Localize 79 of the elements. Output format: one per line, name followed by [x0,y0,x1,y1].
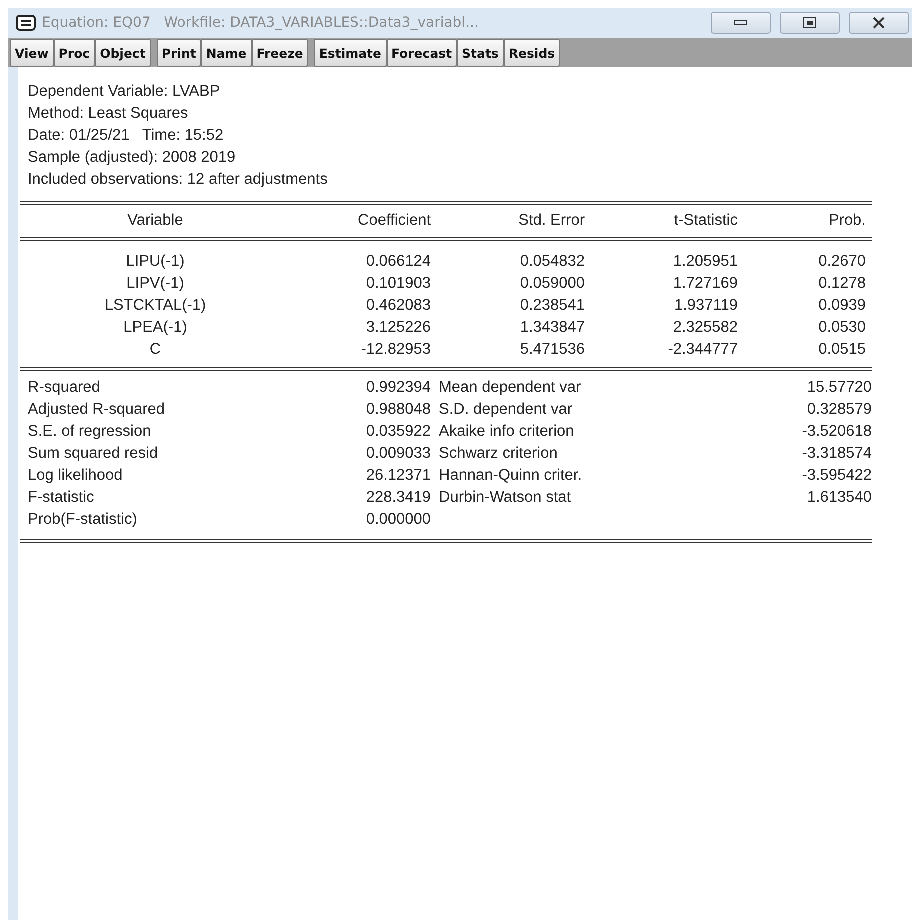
table-cell-text: 1.937119 [674,296,738,316]
table-cell-text: 5.471536 [519,340,585,360]
column-header: t-Statistic [673,211,738,231]
stat-label: Schwarz criterion [438,444,559,464]
stat-label: Sum squared resid [27,444,160,464]
close-button[interactable] [849,12,909,34]
toolbar-button[interactable]: Print [156,39,202,67]
stat-label: Prob(F-statistic) [27,510,138,530]
table-cell-text: C [148,340,162,360]
minimize-icon [734,19,748,27]
stat-value: 1.613540 [806,488,872,508]
column-header: Prob. [828,211,866,231]
window-title: Equation: EQ07 Workfile: DATA3_VARIABLES::Data3_variabl... [42,15,480,31]
stat-label: S.E. of regression [27,422,152,442]
table-cell-text: LSTCKTAL(-1) [104,296,208,316]
table-cell-text: 0.101903 [365,274,431,294]
table-cell-text: 0.238541 [519,296,585,316]
header-line: Method: Least Squares [27,104,190,124]
table-cell-text: 1.343847 [519,318,585,338]
column-header: Std. Error [518,211,585,231]
table-cell-text: 0.066124 [365,252,431,272]
toolbar-button[interactable]: Freeze [252,39,308,67]
header-line: Date: 01/25/21 Time: 15:52 [27,126,225,146]
stat-label: Durbin-Watson stat [438,488,572,508]
column-header: Variable [126,211,184,231]
stat-value: 0.328579 [806,400,872,420]
stat-value: 15.57720 [806,378,872,398]
stat-label: Akaike info criterion [438,422,576,442]
stat-label: S.D. dependent var [438,400,574,420]
table-cell-text: 1.727169 [672,274,738,294]
stat-label: Adjusted R-squared [27,400,166,420]
table-cell-text: 0.059000 [519,274,585,294]
toolbar-button[interactable]: Object [95,39,151,67]
toolbar-button[interactable]: View [10,39,54,67]
column-header: Coefficient [357,211,431,231]
table-cell-text: 3.125226 [365,318,431,338]
stat-value: -3.595422 [801,466,872,486]
stat-label: Mean dependent var [438,378,582,398]
table-cell-text: 0.2670 [818,252,866,272]
toolbar-button[interactable]: Proc [54,39,96,67]
stat-value: 228.3419 [365,488,431,508]
stat-value: -3.520618 [801,422,872,442]
maximize-button[interactable] [780,12,840,34]
minimize-button[interactable] [711,12,771,34]
stat-value: 0.988048 [365,400,431,420]
toolbar-button[interactable]: Resids [504,39,560,67]
table-cell-text: -12.82953 [360,340,431,360]
header-line: Dependent Variable: LVABP [27,82,222,102]
close-icon [872,17,886,29]
menu-icon[interactable] [16,15,36,31]
toolbar-button[interactable]: Name [201,39,252,67]
table-cell-text: 1.205951 [672,252,738,272]
toolbar-button[interactable]: Estimate [314,39,387,67]
stat-label: R-squared [27,378,102,398]
stat-label: Log likelihood [27,466,124,486]
stat-value: 26.12371 [365,466,431,486]
table-cell-text: LIPV(-1) [126,274,186,294]
table-cell-text: LPEA(-1) [122,318,188,338]
stat-value: 0.000000 [365,510,431,530]
toolbar-button[interactable]: Forecast [386,39,458,67]
table-cell-text: 0.0515 [818,340,866,360]
table-cell-text: 2.325582 [672,318,738,338]
stat-value: 0.009033 [365,444,431,464]
toolbar-button[interactable]: Stats [457,39,504,67]
stat-value: 0.992394 [365,378,431,398]
table-cell-text: LIPU(-1) [125,252,186,272]
header-line: Included observations: 12 after adjustments [27,170,329,190]
table-cell-text: 0.462083 [365,296,431,316]
table-cell-text: -2.344777 [667,340,738,360]
stat-label: F-statistic [27,488,96,508]
stat-label: Hannan-Quinn criter. [438,466,584,486]
stat-value: -3.318574 [801,444,872,464]
table-cell-text: 0.0939 [818,296,866,316]
stat-value: 0.035922 [365,422,431,442]
header-line: Sample (adjusted): 2008 2019 [27,148,237,168]
table-cell-text: 0.054832 [519,252,585,272]
table-cell-text: 0.1278 [818,274,866,294]
table-cell-text: 0.0530 [818,318,866,338]
maximize-icon [803,17,817,29]
